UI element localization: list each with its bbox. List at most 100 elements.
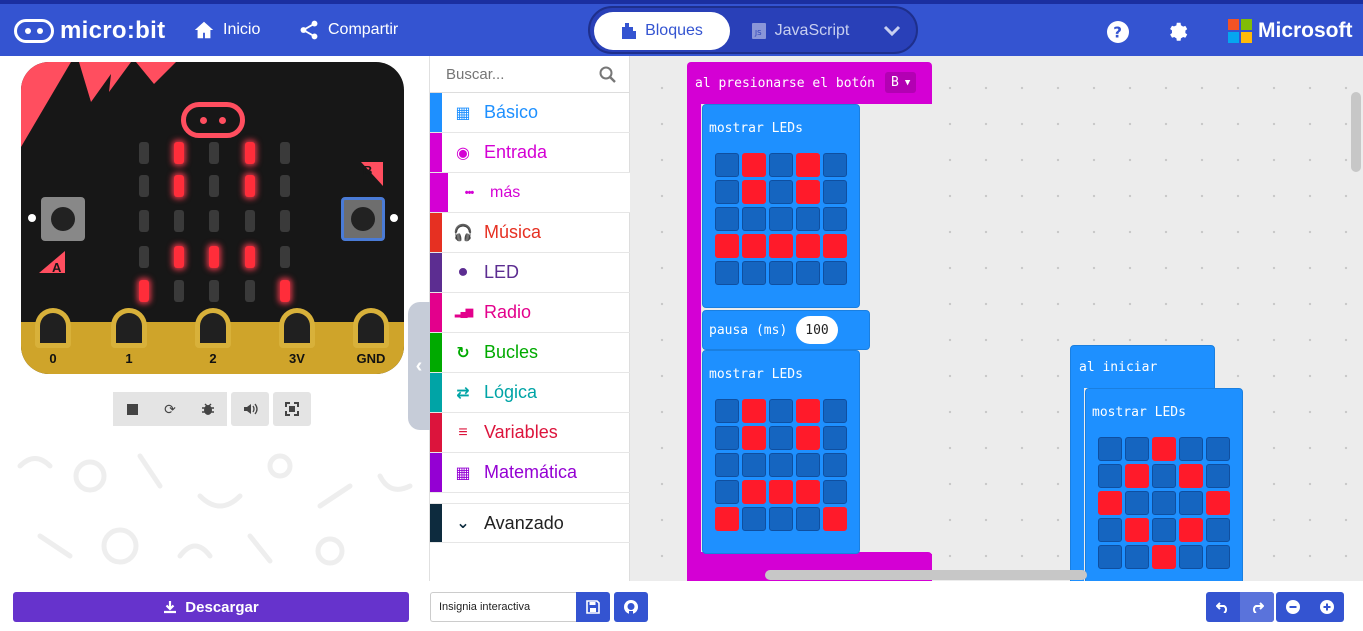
grid2-cell-24[interactable] <box>823 507 847 531</box>
grid2-cell-22[interactable] <box>769 507 793 531</box>
redo-button[interactable] <box>1240 592 1274 622</box>
grid3-cell-4[interactable] <box>1206 437 1230 461</box>
home-button[interactable]: Inicio <box>193 19 260 41</box>
grid1-cell-19[interactable] <box>823 234 847 258</box>
grid3-cell-6[interactable] <box>1125 464 1149 488</box>
grid2-cell-5[interactable] <box>715 426 739 450</box>
category-10[interactable]: ⌄ Avanzado <box>430 503 630 543</box>
grid1-cell-3[interactable] <box>796 153 820 177</box>
settings-button[interactable] <box>1167 20 1191 44</box>
grid1-cell-16[interactable] <box>742 234 766 258</box>
mute-button[interactable] <box>231 392 269 426</box>
category-2[interactable]: ••• más <box>430 173 630 213</box>
github-button[interactable] <box>614 592 648 622</box>
grid1-cell-2[interactable] <box>769 153 793 177</box>
grid2-cell-16[interactable] <box>742 480 766 504</box>
grid3-cell-24[interactable] <box>1206 545 1230 569</box>
category-5[interactable]: ▂▄▆ Radio <box>430 293 630 333</box>
save-button[interactable] <box>576 592 610 622</box>
grid3-cell-18[interactable] <box>1179 518 1203 542</box>
grid3-cell-7[interactable] <box>1152 464 1176 488</box>
show-leds-block-3[interactable]: mostrar LEDs <box>1085 388 1243 581</box>
grid1-cell-17[interactable] <box>769 234 793 258</box>
grid3-cell-2[interactable] <box>1152 437 1176 461</box>
pin-1[interactable] <box>111 308 147 348</box>
grid2-cell-9[interactable] <box>823 426 847 450</box>
blocks-workspace[interactable]: al presionarse el botón B ▼ mostrar LEDs… <box>630 56 1363 581</box>
download-button[interactable]: Descargar <box>13 592 409 622</box>
grid2-cell-19[interactable] <box>823 480 847 504</box>
grid3-cell-11[interactable] <box>1125 491 1149 515</box>
grid1-cell-4[interactable] <box>823 153 847 177</box>
grid1-cell-18[interactable] <box>796 234 820 258</box>
share-button[interactable]: Compartir <box>298 19 398 41</box>
grid1-cell-7[interactable] <box>769 180 793 204</box>
grid1-cell-10[interactable] <box>715 207 739 231</box>
grid2-cell-20[interactable] <box>715 507 739 531</box>
grid2-cell-13[interactable] <box>796 453 820 477</box>
search-icon[interactable] <box>599 66 616 83</box>
category-6[interactable]: ↻ Bucles <box>430 333 630 373</box>
grid2-cell-2[interactable] <box>769 399 793 423</box>
grid1-cell-20[interactable] <box>715 261 739 285</box>
grid1-cell-14[interactable] <box>823 207 847 231</box>
grid3-cell-5[interactable] <box>1098 464 1122 488</box>
grid1-cell-9[interactable] <box>823 180 847 204</box>
grid3-cell-20[interactable] <box>1098 545 1122 569</box>
grid3-cell-14[interactable] <box>1206 491 1230 515</box>
grid1-cell-8[interactable] <box>796 180 820 204</box>
debug-button[interactable] <box>189 392 227 426</box>
grid1-cell-0[interactable] <box>715 153 739 177</box>
category-7[interactable]: ⇄ Lógica <box>430 373 630 413</box>
pin-4[interactable] <box>353 308 389 348</box>
more-languages-button[interactable] <box>872 12 912 50</box>
grid2-cell-23[interactable] <box>796 507 820 531</box>
grid1-cell-1[interactable] <box>742 153 766 177</box>
grid3-cell-15[interactable] <box>1098 518 1122 542</box>
grid3-cell-10[interactable] <box>1098 491 1122 515</box>
grid1-cell-24[interactable] <box>823 261 847 285</box>
grid1-cell-5[interactable] <box>715 180 739 204</box>
grid2-cell-8[interactable] <box>796 426 820 450</box>
grid3-cell-8[interactable] <box>1179 464 1203 488</box>
show-leds-block-2[interactable]: mostrar LEDs <box>702 350 860 554</box>
grid3-cell-9[interactable] <box>1206 464 1230 488</box>
zoom-in-button[interactable] <box>1310 592 1344 622</box>
grid3-cell-0[interactable] <box>1098 437 1122 461</box>
grid1-cell-6[interactable] <box>742 180 766 204</box>
grid2-cell-10[interactable] <box>715 453 739 477</box>
grid1-cell-13[interactable] <box>796 207 820 231</box>
microbit-logo[interactable]: micro:bit <box>14 17 165 44</box>
stop-button[interactable] <box>113 392 151 426</box>
grid2-cell-21[interactable] <box>742 507 766 531</box>
grid3-cell-12[interactable] <box>1152 491 1176 515</box>
grid2-cell-4[interactable] <box>823 399 847 423</box>
help-button[interactable]: ? <box>1106 20 1130 44</box>
grid2-cell-11[interactable] <box>742 453 766 477</box>
pause-value-input[interactable]: 100 <box>796 316 838 344</box>
pause-block[interactable]: pausa (ms) 100 <box>702 310 870 350</box>
search-input[interactable] <box>430 65 590 83</box>
pin-0[interactable] <box>35 308 71 348</box>
grid3-cell-23[interactable] <box>1179 545 1203 569</box>
undo-button[interactable] <box>1206 592 1240 622</box>
pin-3[interactable] <box>279 308 315 348</box>
restart-button[interactable]: ⟳ <box>151 392 189 426</box>
collapse-simulator-button[interactable]: ‹ <box>408 302 430 430</box>
grid1-cell-21[interactable] <box>742 261 766 285</box>
grid1-cell-23[interactable] <box>796 261 820 285</box>
grid2-cell-18[interactable] <box>796 480 820 504</box>
grid3-cell-3[interactable] <box>1179 437 1203 461</box>
category-8[interactable]: ≡ Variables <box>430 413 630 453</box>
grid3-cell-1[interactable] <box>1125 437 1149 461</box>
grid1-cell-11[interactable] <box>742 207 766 231</box>
javascript-mode-button[interactable]: JS JavaScript <box>730 12 870 50</box>
blocks-mode-button[interactable]: Bloques <box>594 12 730 50</box>
category-4[interactable]: ⏺ LED <box>430 253 630 293</box>
button-a[interactable] <box>41 197 85 241</box>
grid2-cell-1[interactable] <box>742 399 766 423</box>
grid2-cell-7[interactable] <box>769 426 793 450</box>
grid3-cell-22[interactable] <box>1152 545 1176 569</box>
zoom-out-button[interactable] <box>1276 592 1310 622</box>
workspace-vertical-scrollbar[interactable] <box>1351 92 1361 172</box>
